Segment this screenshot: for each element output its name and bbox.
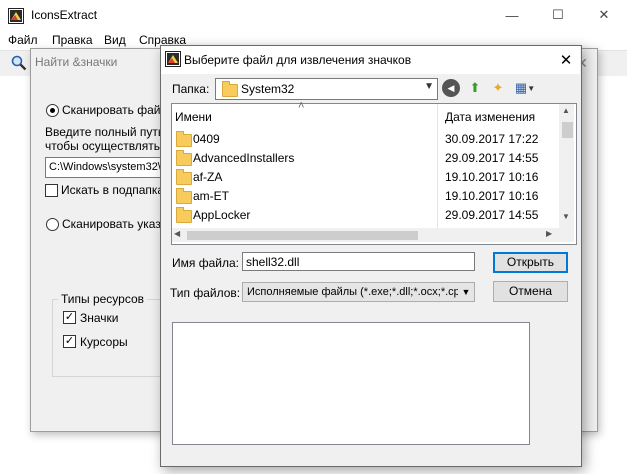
cancel-button[interactable]: Отмена bbox=[493, 281, 568, 302]
list-item-date: 30.09.2017 17:22 bbox=[445, 132, 539, 146]
folder-icon bbox=[176, 188, 192, 204]
list-item-date: 19.10.2017 10:16 bbox=[445, 170, 539, 184]
list-item-date: 29.09.2017 14:55 bbox=[445, 151, 539, 165]
list-item-name[interactable]: am-ET bbox=[193, 189, 229, 203]
icons-label: Значки bbox=[80, 311, 119, 325]
open-dialog-app-icon bbox=[165, 51, 181, 67]
filetype-value: Исполняемые файлы (*.exe;*.dll;*.ocx;*.c… bbox=[247, 286, 463, 298]
open-dialog-close-button[interactable]: ✕ bbox=[554, 48, 578, 72]
filename-label: Имя файла: bbox=[172, 256, 239, 270]
folder-icon bbox=[176, 169, 192, 185]
filetype-select[interactable]: Исполняемые файлы (*.exe;*.dll;*.ocx;*.c… bbox=[242, 282, 475, 302]
menu-file[interactable]: Файл bbox=[8, 33, 38, 47]
scan-specified-label: Сканировать указа bbox=[62, 217, 168, 231]
folder-label: Папка: bbox=[172, 82, 210, 96]
search-subfolders-checkbox[interactable] bbox=[45, 184, 58, 197]
back-icon[interactable]: ◀ bbox=[442, 79, 460, 97]
app-icon bbox=[8, 8, 24, 24]
window-title: IconsExtract bbox=[31, 8, 98, 22]
search-subfolders-label: Искать в подпапках bbox=[61, 183, 171, 197]
close-button[interactable]: ✕ bbox=[581, 0, 627, 30]
folder-icon bbox=[176, 131, 192, 147]
scroll-down-icon[interactable]: ▼ bbox=[562, 212, 570, 221]
list-item-name[interactable]: AdvancedInstallers bbox=[193, 151, 294, 165]
scroll-left-icon[interactable]: ◀ bbox=[174, 229, 180, 238]
instruction-line1: Введите полный путь и bbox=[45, 125, 175, 139]
scan-files-radio[interactable] bbox=[46, 104, 59, 117]
horizontal-scroll-thumb[interactable] bbox=[187, 231, 418, 240]
scrollbar-corner bbox=[559, 228, 574, 242]
preview-area bbox=[172, 322, 530, 445]
filename-input[interactable]: shell32.dll bbox=[242, 252, 475, 271]
new-folder-icon[interactable]: ✦ bbox=[489, 79, 507, 97]
icons-checkbox[interactable]: ✓ bbox=[63, 311, 76, 324]
cursors-checkbox[interactable]: ✓ bbox=[63, 335, 76, 348]
column-separator bbox=[437, 104, 438, 228]
sort-arrow-icon: ˄ bbox=[298, 100, 305, 112]
resource-types-label: Типы ресурсов bbox=[58, 292, 148, 306]
view-grid-icon: ▦ bbox=[514, 80, 528, 95]
scroll-right-icon[interactable]: ▶ bbox=[546, 229, 552, 238]
maximize-button[interactable]: ☐ bbox=[535, 0, 581, 30]
minimize-button[interactable]: — bbox=[489, 0, 535, 30]
menu-edit[interactable]: Правка bbox=[52, 33, 93, 47]
list-item-date: 29.09.2017 14:55 bbox=[445, 208, 539, 222]
scan-specified-radio[interactable] bbox=[46, 218, 59, 231]
folder-icon bbox=[222, 81, 238, 97]
open-dialog-title: Выберите файл для извлечения значков bbox=[184, 53, 412, 67]
scan-path-input[interactable]: C:\Windows\system32\ bbox=[45, 157, 170, 178]
chevron-down-icon: ▼ bbox=[527, 83, 536, 93]
column-date[interactable]: Дата изменения bbox=[445, 104, 559, 130]
chevron-down-icon: ▼ bbox=[458, 283, 474, 301]
folder-icon bbox=[176, 150, 192, 166]
filetype-label: Тип файлов: bbox=[170, 286, 241, 300]
menu-view[interactable]: Вид bbox=[104, 33, 126, 47]
up-folder-icon[interactable]: ⬆ bbox=[466, 79, 484, 97]
column-name[interactable]: Имени bbox=[172, 104, 437, 130]
scroll-up-icon[interactable]: ▲ bbox=[562, 106, 570, 115]
folder-value: System32 bbox=[241, 82, 295, 96]
open-button[interactable]: Открыть bbox=[493, 252, 568, 273]
instruction-line2: чтобы осуществлять п bbox=[45, 139, 170, 153]
find-dialog-magnifier-icon bbox=[14, 55, 30, 71]
chevron-down-icon: ▼ bbox=[424, 81, 434, 92]
list-item-name[interactable]: af-ZA bbox=[193, 170, 222, 184]
cursors-label: Курсоры bbox=[80, 335, 128, 349]
folder-icon bbox=[176, 207, 192, 223]
list-item-name[interactable]: 0409 bbox=[193, 132, 220, 146]
vertical-scroll-thumb[interactable] bbox=[562, 122, 573, 138]
list-item-name[interactable]: AppLocker bbox=[193, 208, 250, 222]
list-item-date: 19.10.2017 10:16 bbox=[445, 189, 539, 203]
find-dialog-title: Найти &значки bbox=[35, 55, 118, 69]
view-menu-icon[interactable]: ▦ ▼ bbox=[512, 79, 538, 97]
